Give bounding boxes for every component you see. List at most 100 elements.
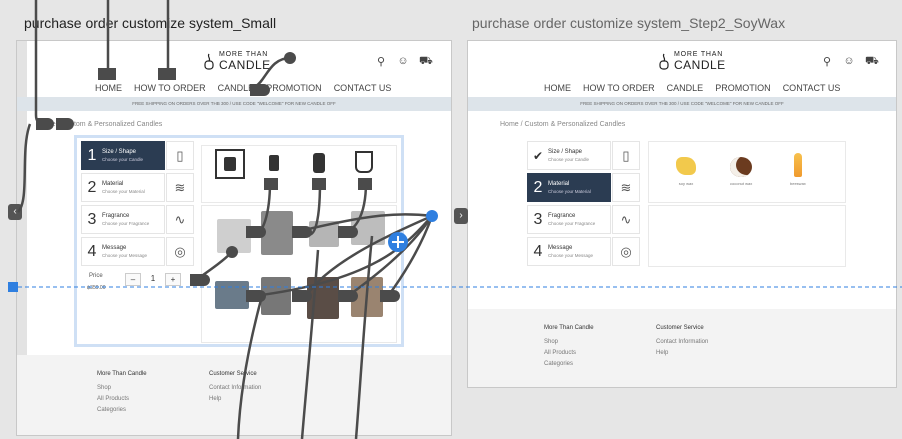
step-number: 2	[533, 178, 543, 196]
step-list: 1 Size / Shape Choose your Candle 2 Materia…	[81, 141, 165, 269]
price-value: ฿359.00	[87, 285, 106, 291]
step-subtitle: Choose your Material	[102, 188, 145, 194]
frame-title-small: purchase order customize system_Small	[24, 15, 277, 31]
preview-photo	[217, 219, 251, 253]
jar-icon: ▯	[612, 141, 640, 170]
step-number: 4	[533, 242, 543, 260]
step-number: 1	[87, 146, 97, 164]
preview-photo	[351, 211, 385, 245]
material-label: soy wax	[678, 181, 694, 186]
qty-plus-button[interactable]: +	[165, 273, 181, 286]
preview-photo	[261, 211, 293, 255]
nav-promotion[interactable]: PROMOTION	[715, 83, 771, 93]
nav-how-to-order[interactable]: HOW TO ORDER	[134, 83, 206, 93]
layers-icon: ≋	[166, 173, 194, 202]
nav-contact-us[interactable]: CONTACT US	[334, 83, 392, 93]
footer-link[interactable]: Help	[209, 394, 261, 405]
step-subtitle: Choose your Message	[548, 252, 594, 258]
shape-option-jar[interactable]	[313, 153, 325, 173]
user-icon[interactable]: ☺	[397, 55, 409, 69]
nav-candle[interactable]: CANDLE	[667, 83, 704, 93]
material-coconut-wax[interactable]: coconut wax	[730, 157, 752, 186]
user-icon[interactable]: ☺	[843, 55, 855, 69]
site-footer: More Than Candle Shop All Products Categ…	[17, 355, 451, 435]
header-icons: ⚲ ☺ ⛟	[821, 55, 879, 69]
step-title: Fragrance	[548, 212, 576, 219]
step-title: Message	[102, 244, 127, 251]
search-icon[interactable]: ⚲	[375, 55, 387, 69]
check-icon: ✔	[532, 148, 544, 163]
material-beeswax[interactable]: beeswax	[790, 153, 806, 186]
material-soy-wax[interactable]: soy wax	[676, 157, 696, 186]
footer-link[interactable]: Help	[656, 348, 708, 359]
nav-how-to-order[interactable]: HOW TO ORDER	[583, 83, 655, 93]
message-icon: ◎	[166, 237, 194, 266]
footer-heading: Customer Service	[656, 325, 704, 331]
price-label: Price	[89, 273, 103, 279]
chevron-left-icon[interactable]: ‹	[8, 204, 22, 220]
step-size-shape-done[interactable]: ✔ Size / Shape Choose your Candle	[527, 141, 611, 170]
shape-option-glass[interactable]	[355, 151, 373, 173]
shape-option-small[interactable]	[215, 149, 245, 179]
site-footer: More Than Candle Shop All Products Categ…	[468, 309, 896, 387]
step-subtitle: Choose your Message	[102, 252, 148, 258]
layers-icon: ≋	[612, 173, 640, 202]
shape-option-tall[interactable]	[269, 155, 279, 171]
nav-home[interactable]: HOME	[95, 83, 122, 93]
qty-value[interactable]: 1	[145, 273, 161, 286]
nav-contact-us[interactable]: CONTACT US	[783, 83, 841, 93]
step-title: Size / Shape	[102, 148, 137, 155]
scent-icon: ∿	[612, 205, 640, 234]
frame-title-step2: purchase order customize system_Step2_So…	[472, 15, 786, 31]
footer-link[interactable]: Shop	[97, 383, 147, 394]
footer-heading: Customer Service	[209, 371, 257, 377]
main-nav: HOME HOW TO ORDER CANDLE PROMOTION CONTA…	[95, 83, 391, 93]
step-message[interactable]: 4 Message Choose your Message	[81, 237, 165, 266]
qty-minus-button[interactable]: –	[125, 273, 141, 286]
step-number: 4	[87, 242, 97, 260]
cart-icon[interactable]: ⛟	[865, 55, 879, 69]
step-material[interactable]: 2 Material Choose your Material	[81, 173, 165, 202]
footer-link[interactable]: Contact Information	[209, 383, 261, 394]
step-title: Message	[548, 244, 573, 251]
footer-link[interactable]: Categories	[544, 359, 594, 370]
promo-bar: FREE SHIPPING ON ORDERS OVER THB 300 / U…	[468, 97, 896, 111]
candle-logo-icon	[204, 53, 214, 70]
chevron-right-icon[interactable]: ›	[454, 208, 468, 224]
site-logo[interactable]: MORE THAN CANDLE	[202, 51, 271, 71]
step-message[interactable]: 4 Message Choose your Message	[527, 237, 611, 266]
step-fragrance[interactable]: 3 Fragrance Choose your Fragrance	[81, 205, 165, 234]
step-size-shape[interactable]: 1 Size / Shape Choose your Candle	[81, 141, 165, 170]
step-title: Fragrance	[102, 212, 130, 219]
footer-heading: More Than Candle	[97, 371, 147, 377]
promo-bar: FREE SHIPPING ON ORDERS OVER THB 300 / U…	[17, 97, 451, 111]
footer-link[interactable]: All Products	[97, 394, 147, 405]
material-label: coconut wax	[730, 181, 753, 186]
footer-link[interactable]: All Products	[544, 348, 594, 359]
search-icon[interactable]: ⚲	[821, 55, 833, 69]
material-label: beeswax	[790, 181, 806, 186]
logo-bottom-text: CANDLE	[219, 58, 271, 72]
nav-home[interactable]: HOME	[544, 83, 571, 93]
main-nav: HOME HOW TO ORDER CANDLE PROMOTION CONTA…	[544, 83, 840, 93]
nav-promotion[interactable]: PROMOTION	[266, 83, 322, 93]
preview-photo	[261, 277, 291, 315]
frame-step2-soywax[interactable]: MORE THAN CANDLE ⚲ ☺ ⛟ HOME HOW TO ORDER …	[467, 40, 897, 388]
site-logo[interactable]: MORE THAN CANDLE	[657, 51, 726, 71]
step-material[interactable]: 2 Material Choose your Material	[527, 173, 611, 202]
cart-icon[interactable]: ⛟	[419, 55, 433, 69]
preview-photo	[309, 221, 339, 247]
step-fragrance[interactable]: 3 Fragrance Choose your Fragrance	[527, 205, 611, 234]
header-icons: ⚲ ☺ ⛟	[375, 55, 433, 69]
breadcrumb[interactable]: Home / Custom & Personalized Candles	[37, 121, 162, 128]
footer-link[interactable]: Categories	[97, 405, 147, 416]
footer-link[interactable]: Shop	[544, 337, 594, 348]
jar-icon: ▯	[166, 141, 194, 170]
site-header: MORE THAN CANDLE ⚲ ☺ ⛟	[17, 41, 451, 81]
logo-bottom-text: CANDLE	[674, 58, 726, 72]
frame-small[interactable]: MORE THAN CANDLE ⚲ ☺ ⛟ HOME HOW TO ORDER …	[16, 40, 452, 436]
footer-link[interactable]: Contact Information	[656, 337, 708, 348]
breadcrumb[interactable]: Home / Custom & Personalized Candles	[500, 121, 625, 128]
step-title: Material	[548, 180, 570, 187]
nav-candle[interactable]: CANDLE	[218, 83, 255, 93]
